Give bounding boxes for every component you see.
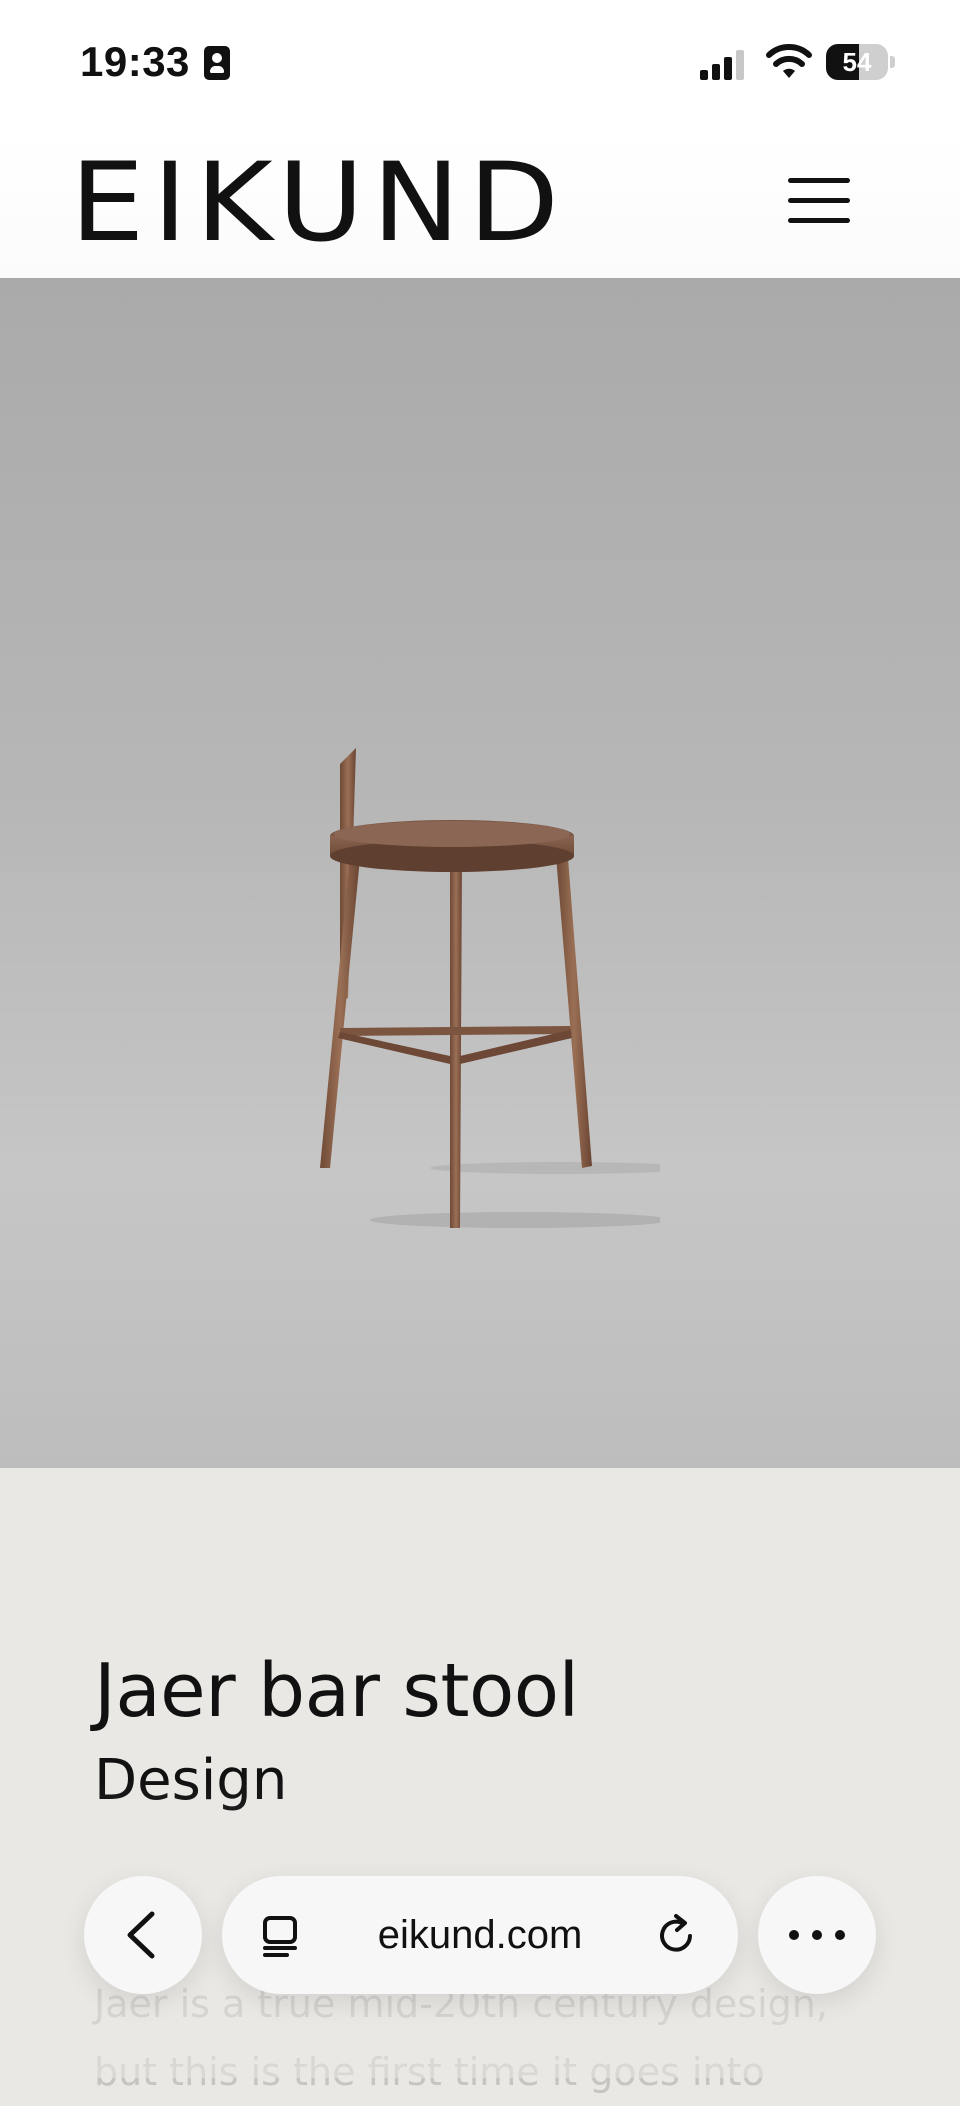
reload-icon[interactable]	[654, 1912, 700, 1958]
stool-image	[320, 748, 660, 1228]
status-bar: 19:33 54	[0, 0, 960, 130]
site-header: EIKUND	[0, 130, 960, 278]
battery-level: 54	[842, 47, 872, 77]
hamburger-menu-icon[interactable]	[788, 178, 854, 226]
wifi-icon	[766, 44, 812, 78]
more-button[interactable]	[758, 1876, 876, 1994]
address-bar[interactable]: eikund.com	[222, 1876, 738, 1994]
product-title: Jaer bar stool	[94, 1648, 579, 1734]
status-time: 19:33	[80, 38, 190, 85]
back-button[interactable]	[84, 1876, 202, 1994]
contact-card-icon	[204, 46, 230, 80]
battery-icon: 54	[826, 44, 896, 80]
more-icon	[789, 1930, 845, 1940]
product-hero-image	[0, 278, 960, 1468]
back-icon	[127, 1911, 155, 1959]
cellular-signal-icon	[700, 48, 750, 80]
eikund-logo[interactable]: EIKUND	[70, 138, 567, 267]
